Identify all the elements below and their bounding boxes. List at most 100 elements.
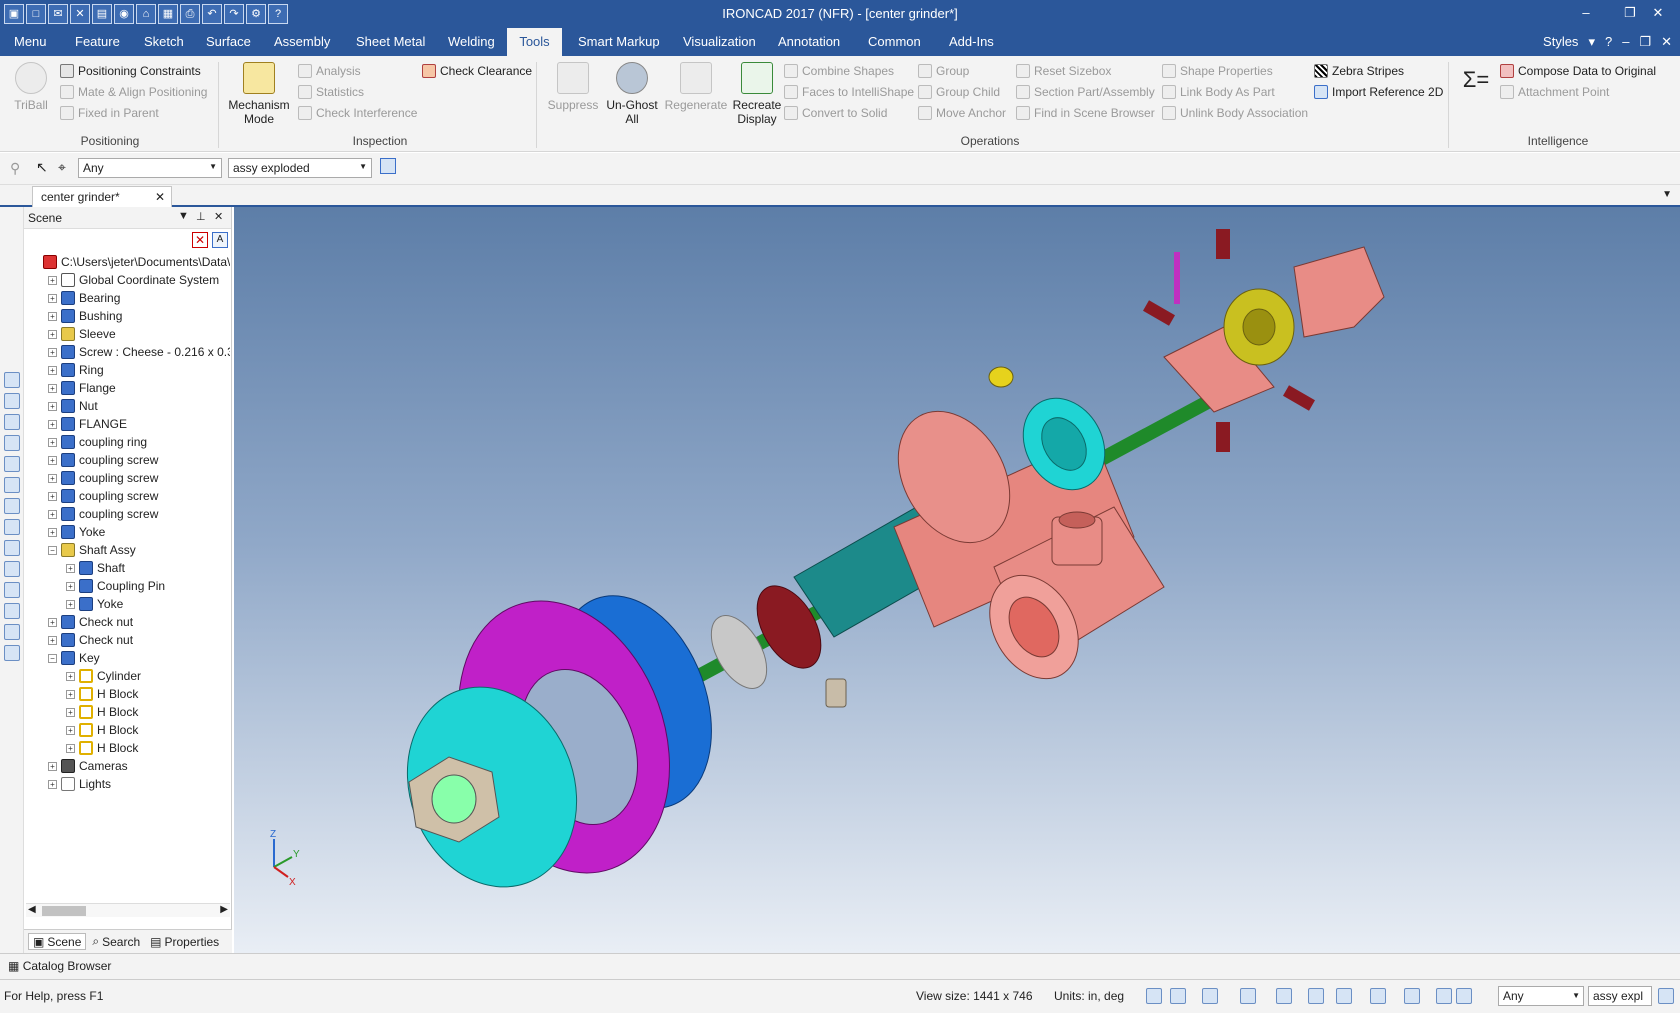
tab-properties[interactable]: ▤ Properties bbox=[146, 933, 223, 950]
expand-icon[interactable]: + bbox=[66, 581, 75, 591]
tree-item[interactable]: + coupling screw bbox=[26, 469, 230, 487]
analysis-button[interactable]: Analysis bbox=[298, 62, 361, 80]
tree-item[interactable]: − Shaft Assy bbox=[26, 541, 230, 559]
expand-icon[interactable]: + bbox=[48, 293, 57, 303]
check-interference-button[interactable]: Check Interference bbox=[298, 104, 417, 122]
tree-item[interactable]: + H Block bbox=[26, 685, 230, 703]
tree-item[interactable]: + Sleeve bbox=[26, 325, 230, 343]
pointer-icon[interactable] bbox=[1456, 988, 1472, 1004]
import-reference-2d-button[interactable]: Import Reference 2D bbox=[1314, 83, 1443, 101]
tab-list-icon[interactable]: ▼ bbox=[1662, 189, 1672, 200]
display-icon[interactable] bbox=[1370, 988, 1386, 1004]
view-tool-icon[interactable] bbox=[4, 645, 20, 661]
view-tool-icon[interactable] bbox=[4, 456, 20, 472]
expand-icon[interactable]: + bbox=[48, 779, 57, 789]
expand-icon[interactable]: + bbox=[48, 437, 57, 447]
reset-sizebox-button[interactable]: Reset Sizebox bbox=[1016, 62, 1111, 80]
section-part-button[interactable]: Section Part/Assembly bbox=[1016, 83, 1155, 101]
close-window-button[interactable]: ✕ bbox=[1636, 0, 1680, 28]
tree-item[interactable]: + FLANGE bbox=[26, 415, 230, 433]
selection-filter-icon[interactable]: ⚲ bbox=[10, 160, 20, 177]
tab-assembly[interactable]: Assembly bbox=[266, 28, 338, 56]
help-icon[interactable]: ? bbox=[1605, 34, 1612, 50]
tree-item[interactable]: + Nut bbox=[26, 397, 230, 415]
horizontal-scrollbar[interactable]: ◀ ▶ bbox=[26, 903, 230, 917]
unghost-all-button[interactable]: Un-Ghost All bbox=[604, 62, 660, 126]
scroll-left-icon[interactable]: ◀ bbox=[28, 904, 36, 915]
minimize-button[interactable]: – bbox=[1564, 0, 1608, 28]
visibility-icon[interactable] bbox=[1404, 988, 1420, 1004]
close-tab-icon[interactable]: ✕ bbox=[155, 190, 165, 204]
section-view-icon[interactable] bbox=[1276, 988, 1292, 1004]
tree-item[interactable]: + Global Coordinate System bbox=[26, 271, 230, 289]
statistics-button[interactable]: Statistics bbox=[298, 83, 364, 101]
view-tool-icon[interactable] bbox=[4, 414, 20, 430]
minimize-doc-icon[interactable]: – bbox=[1622, 34, 1629, 50]
expand-icon[interactable]: + bbox=[48, 635, 57, 645]
mate-align-button[interactable]: Mate & Align Positioning bbox=[60, 83, 207, 101]
expand-icon[interactable]: + bbox=[48, 509, 57, 519]
tab-visualization[interactable]: Visualization bbox=[675, 28, 764, 56]
expand-icon[interactable]: + bbox=[48, 617, 57, 627]
expand-icon[interactable]: + bbox=[48, 329, 57, 339]
check-clearance-button[interactable]: Check Clearance bbox=[422, 62, 532, 80]
tree-item[interactable]: + H Block bbox=[26, 721, 230, 739]
3d-viewport[interactable]: Z Y X bbox=[234, 207, 1680, 953]
expand-icon[interactable]: + bbox=[48, 455, 57, 465]
select-icon[interactable] bbox=[1436, 988, 1452, 1004]
zebra-stripes-button[interactable]: Zebra Stripes bbox=[1314, 62, 1404, 80]
find-scene-browser-button[interactable]: Find in Scene Browser bbox=[1016, 104, 1155, 122]
combine-shapes-button[interactable]: Combine Shapes bbox=[784, 62, 894, 80]
configuration-select[interactable]: assy exploded ▼ bbox=[228, 158, 372, 178]
expand-icon[interactable]: + bbox=[66, 707, 75, 717]
view-tool-icon[interactable] bbox=[4, 624, 20, 640]
expand-icon[interactable]: + bbox=[48, 347, 57, 357]
tab-welding[interactable]: Welding bbox=[440, 28, 503, 56]
tree-item[interactable]: + coupling screw bbox=[26, 451, 230, 469]
tree-item[interactable]: + coupling screw bbox=[26, 487, 230, 505]
group-child-button[interactable]: Group Child bbox=[918, 83, 1000, 101]
unlink-body-button[interactable]: Unlink Body Association bbox=[1162, 104, 1308, 122]
collapse-icon[interactable]: − bbox=[48, 653, 57, 663]
configuration-manager-icon[interactable] bbox=[380, 158, 396, 174]
faces-intellishape-button[interactable]: Faces to IntelliShape bbox=[784, 83, 914, 101]
tree-item[interactable]: + Lights bbox=[26, 775, 230, 793]
tree-item[interactable]: + H Block bbox=[26, 739, 230, 757]
attachment-point-button[interactable]: Attachment Point bbox=[1500, 83, 1609, 101]
restore-doc-icon[interactable]: ❐ bbox=[1639, 34, 1651, 50]
suppress-button[interactable]: Suppress bbox=[546, 62, 600, 112]
tree-item[interactable]: + Cameras bbox=[26, 757, 230, 775]
render-mode-icon[interactable] bbox=[1240, 988, 1256, 1004]
expand-icon[interactable]: + bbox=[48, 275, 57, 285]
status-filter-select[interactable]: Any ▼ bbox=[1498, 986, 1584, 1006]
regenerate-button[interactable]: Regenerate bbox=[664, 62, 728, 112]
triball-button[interactable]: TriBall bbox=[10, 62, 52, 112]
catalog-browser-bar[interactable]: ▦ Catalog Browser bbox=[0, 953, 1680, 979]
pin-icon[interactable]: ⊥ bbox=[196, 210, 206, 223]
tab-scene[interactable]: ▣ Scene bbox=[28, 933, 87, 950]
styles-menu[interactable]: Styles bbox=[1543, 34, 1578, 50]
select-part-icon[interactable]: ⌖ bbox=[58, 159, 66, 176]
expand-icon[interactable]: + bbox=[66, 743, 75, 753]
tab-surface[interactable]: Surface bbox=[198, 28, 259, 56]
expand-icon[interactable]: + bbox=[48, 419, 57, 429]
tab-smart-markup[interactable]: Smart Markup bbox=[570, 28, 668, 56]
compose-data-button[interactable]: Compose Data to Original bbox=[1500, 62, 1656, 80]
tab-search[interactable]: ⌕ Search bbox=[88, 933, 144, 950]
tree-item[interactable]: + Bushing bbox=[26, 307, 230, 325]
tab-sketch[interactable]: Sketch bbox=[136, 28, 192, 56]
tab-menu[interactable]: Menu bbox=[6, 28, 55, 56]
view-tool-icon[interactable] bbox=[4, 498, 20, 514]
dropdown-icon[interactable]: ▾ bbox=[1588, 34, 1595, 50]
link-body-button[interactable]: Link Body As Part bbox=[1162, 83, 1275, 101]
document-tab[interactable]: center grinder* ✕ bbox=[32, 186, 172, 207]
tree-item[interactable]: + Screw : Cheese - 0.216 x 0.375 bbox=[26, 343, 230, 361]
view-tool-icon[interactable] bbox=[4, 582, 20, 598]
expand-icon[interactable]: + bbox=[48, 491, 57, 501]
tab-common[interactable]: Common bbox=[860, 28, 929, 56]
convert-solid-button[interactable]: Convert to Solid bbox=[784, 104, 887, 122]
expand-icon[interactable]: + bbox=[48, 761, 57, 771]
tree-item[interactable]: + Check nut bbox=[26, 613, 230, 631]
pointer-icon[interactable]: ↖ bbox=[36, 159, 48, 176]
view-orientation-icon[interactable] bbox=[1202, 988, 1218, 1004]
